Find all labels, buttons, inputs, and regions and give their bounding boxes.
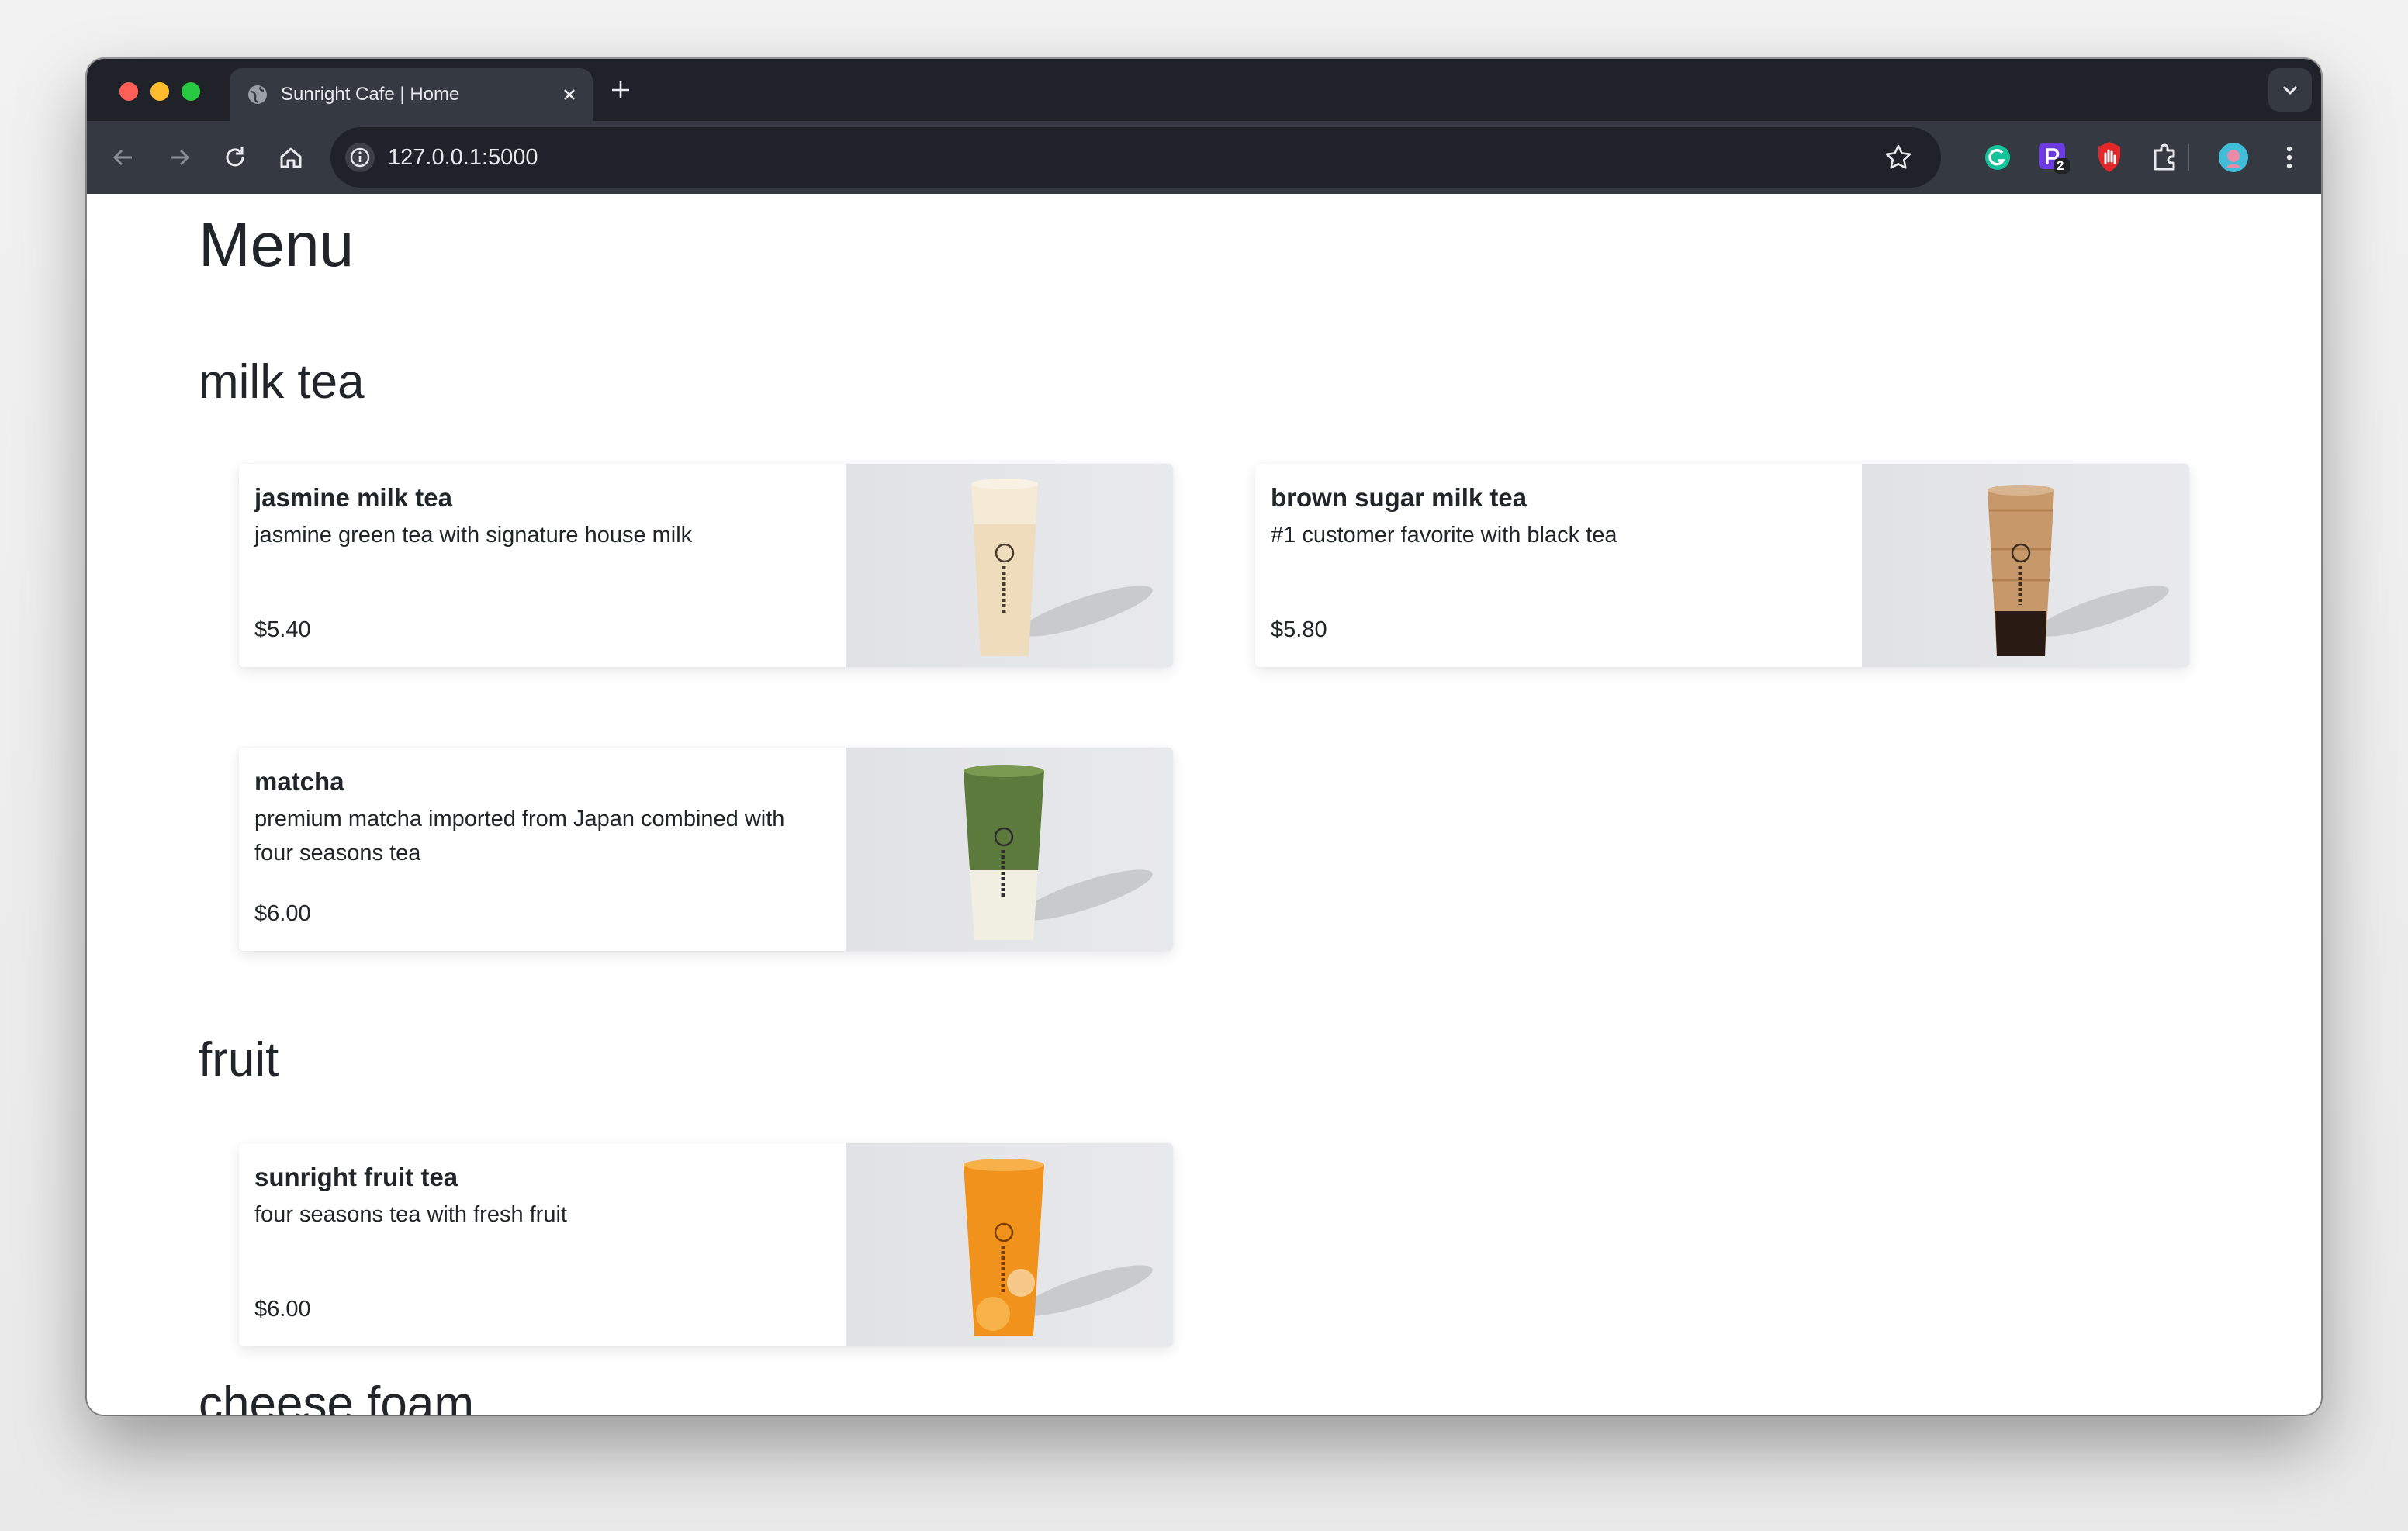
- url-text: 127.0.0.1:5000: [388, 145, 538, 170]
- extension-badge-count: 2: [2057, 158, 2064, 173]
- address-bar[interactable]: 127.0.0.1:5000: [330, 127, 1941, 188]
- section-heading-fruit: fruit: [199, 1033, 279, 1087]
- bookmark-star-icon[interactable]: [1882, 141, 1915, 174]
- menu-item-card[interactable]: sunright fruit tea four seasons tea with…: [239, 1143, 1173, 1346]
- item-name: sunright fruit tea: [254, 1163, 458, 1191]
- page-title: Menu: [199, 210, 355, 279]
- adblock-hand-icon[interactable]: [2091, 140, 2127, 175]
- item-photo: [1862, 464, 2189, 667]
- back-arrow-icon[interactable]: [109, 143, 138, 172]
- browser-window: Sunright Cafe | Home 127.0.0.1:5000 2 Me…: [87, 59, 2321, 1415]
- tab-strip: Sunright Cafe | Home: [87, 59, 2321, 121]
- browser-toolbar: 127.0.0.1:5000 2: [87, 121, 2321, 194]
- item-photo: [846, 464, 1173, 667]
- item-photo: [846, 1143, 1173, 1346]
- maximize-window-button[interactable]: [182, 82, 200, 101]
- drink-cup-image: [1988, 485, 2169, 656]
- tab-search-button[interactable]: [2268, 68, 2312, 112]
- toolbar-separator: [2188, 144, 2189, 171]
- drink-cup-image: [964, 1159, 1153, 1336]
- browser-tab[interactable]: Sunright Cafe | Home: [230, 68, 593, 121]
- item-description: four seasons tea with fresh fruit: [254, 1202, 567, 1227]
- menu-item-card[interactable]: matcha premium matcha imported from Japa…: [239, 748, 1173, 951]
- close-window-button[interactable]: [119, 82, 138, 101]
- chevron-down-icon: [2282, 85, 2298, 95]
- section-heading-cheese-foam: cheese foam: [199, 1377, 474, 1415]
- item-description: premium matcha imported from Japan combi…: [254, 807, 785, 866]
- p-badge-icon: [2039, 143, 2070, 174]
- drink-cup-image: [964, 765, 1153, 940]
- item-photo: [846, 748, 1173, 951]
- minimize-window-button[interactable]: [150, 82, 169, 101]
- item-name: brown sugar milk tea: [1271, 483, 1527, 512]
- globe-icon: [248, 85, 267, 104]
- item-name: jasmine milk tea: [254, 483, 452, 512]
- grammarly-extension-icon[interactable]: [1980, 140, 2015, 175]
- item-price: $5.40: [254, 617, 311, 642]
- item-price: $6.00: [254, 901, 311, 926]
- site-info-icon[interactable]: [344, 142, 375, 173]
- item-description: jasmine green tea with signature house m…: [254, 523, 693, 548]
- close-tab-icon[interactable]: [559, 84, 580, 105]
- drink-cup-image: [971, 479, 1153, 656]
- reload-icon[interactable]: [220, 143, 250, 172]
- item-price: $5.80: [1271, 617, 1327, 642]
- menu-item-card[interactable]: jasmine milk tea jasmine green tea with …: [239, 464, 1173, 667]
- tab-title: Sunright Cafe | Home: [281, 84, 460, 105]
- pricing-extension-icon[interactable]: 2: [2036, 140, 2071, 175]
- profile-avatar[interactable]: [2216, 140, 2251, 175]
- section-heading-milk-tea: milk tea: [199, 355, 365, 409]
- item-name: matcha: [254, 767, 344, 796]
- extensions-puzzle-icon[interactable]: [2147, 140, 2183, 175]
- item-price: $6.00: [254, 1297, 311, 1322]
- new-tab-icon[interactable]: [608, 78, 633, 102]
- item-description: #1 customer favorite with black tea: [1271, 523, 1617, 548]
- page-content: Menu milk tea jasmine milk tea jasmine g…: [87, 194, 2321, 1415]
- forward-arrow-icon[interactable]: [164, 143, 194, 172]
- menu-item-card[interactable]: brown sugar milk tea #1 customer favorit…: [1255, 464, 2189, 667]
- home-icon[interactable]: [276, 143, 306, 172]
- more-menu-icon[interactable]: [2271, 140, 2307, 175]
